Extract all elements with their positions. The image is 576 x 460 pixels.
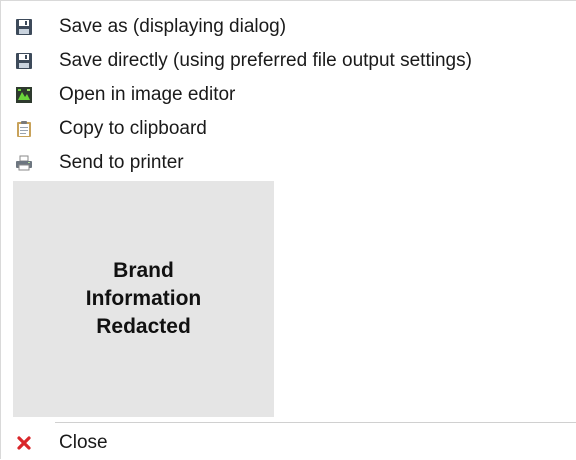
menu-item-label: Open in image editor	[59, 84, 236, 105]
menu-item-label: Close	[59, 432, 108, 453]
menu-separator	[55, 422, 576, 423]
menu-item-label: Save as (displaying dialog)	[59, 16, 287, 37]
close-icon	[17, 436, 31, 450]
brand-placeholder: Brand Information Redacted	[13, 181, 274, 417]
menu-item-open-image-editor[interactable]: Open in image editor	[1, 78, 576, 112]
printer-icon	[16, 155, 32, 171]
menu-item-copy-clipboard[interactable]: Copy to clipboard	[1, 112, 576, 146]
menu-item-label: Copy to clipboard	[59, 118, 207, 139]
context-menu: Save as (displaying dialog) Save directl…	[0, 0, 576, 459]
image-editor-icon	[16, 87, 32, 103]
menu-item-label: Save directly (using preferred file outp…	[59, 50, 472, 71]
menu-item-close[interactable]: Close	[1, 426, 576, 460]
menu-item-label: Send to printer	[59, 152, 184, 173]
menu-item-send-printer[interactable]: Send to printer	[1, 146, 576, 180]
floppy-disk-icon	[16, 19, 32, 35]
clipboard-icon	[17, 121, 31, 137]
menu-item-save-as[interactable]: Save as (displaying dialog)	[1, 10, 576, 44]
menu-item-save-directly[interactable]: Save directly (using preferred file outp…	[1, 44, 576, 78]
floppy-disk-icon	[16, 53, 32, 69]
brand-placeholder-text: Brand Information Redacted	[85, 259, 202, 338]
